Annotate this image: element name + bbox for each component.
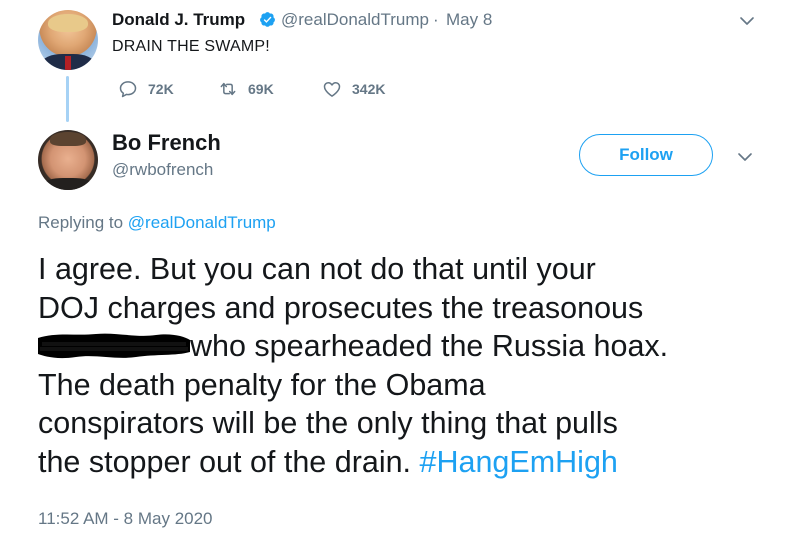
avatar-shirt: [44, 178, 92, 190]
tweet-line: DOJ charges and prosecutes the treasonou…: [38, 290, 644, 325]
replying-to-mention[interactable]: @realDonaldTrump: [128, 213, 276, 232]
reply-count: 72K: [148, 81, 174, 97]
author-display-name[interactable]: Bo French: [112, 130, 221, 156]
tweet-timestamp[interactable]: 11:52 AM - 8 May 2020: [38, 509, 213, 529]
replying-to-prefix: Replying to: [38, 213, 124, 232]
avatar-tie: [65, 56, 71, 70]
meta-separator: ·: [433, 10, 439, 29]
like-count: 342K: [352, 81, 386, 97]
retweet-button[interactable]: 69K: [218, 78, 274, 100]
tweet-line-text: who spearheaded the Russia hoax.: [190, 329, 669, 364]
parent-handle[interactable]: @realDonaldTrump: [281, 10, 429, 30]
tweet-body: I agree. But you can not do that until y…: [38, 250, 778, 482]
tweet-line-text: the stopper out of the drain.: [38, 444, 412, 479]
parent-display-name[interactable]: Donald J. Trump: [112, 10, 245, 30]
reply-button[interactable]: 72K: [118, 78, 174, 100]
avatar-bo-french[interactable]: [38, 130, 98, 190]
tweet-line: conspirators will be the only thing that…: [38, 406, 618, 441]
tweet-line: The death penalty for the Obama: [38, 367, 486, 402]
avatar-hair: [50, 132, 86, 146]
thread-connector-line: [66, 76, 69, 122]
parent-date[interactable]: May 8: [446, 10, 492, 30]
verified-badge-icon: [260, 12, 275, 27]
heart-icon: [323, 82, 341, 97]
hashtag-link[interactable]: #HangEmHigh: [420, 445, 618, 479]
tweet-line-last: the stopper out of the drain. #HangEmHig…: [38, 443, 778, 482]
chevron-down-icon[interactable]: [736, 148, 754, 166]
redaction-scribble: [38, 333, 190, 359]
parent-tweet-text: DRAIN THE SWAMP!: [112, 38, 270, 55]
reply-icon: [119, 81, 137, 98]
replying-to: Replying to @realDonaldTrump: [38, 213, 276, 233]
retweet-count: 69K: [248, 81, 274, 97]
like-button[interactable]: 342K: [322, 78, 385, 100]
follow-button[interactable]: Follow: [579, 134, 713, 176]
author-handle[interactable]: @rwbofrench: [112, 160, 213, 180]
chevron-down-icon[interactable]: [738, 12, 756, 30]
tweet-line: I agree. But you can not do that until y…: [38, 252, 596, 286]
tweet-line-redacted: who spearheaded the Russia hoax.: [38, 327, 778, 366]
avatar-donald-trump[interactable]: [38, 10, 98, 70]
retweet-icon: [220, 82, 236, 96]
avatar-hair: [48, 14, 88, 32]
